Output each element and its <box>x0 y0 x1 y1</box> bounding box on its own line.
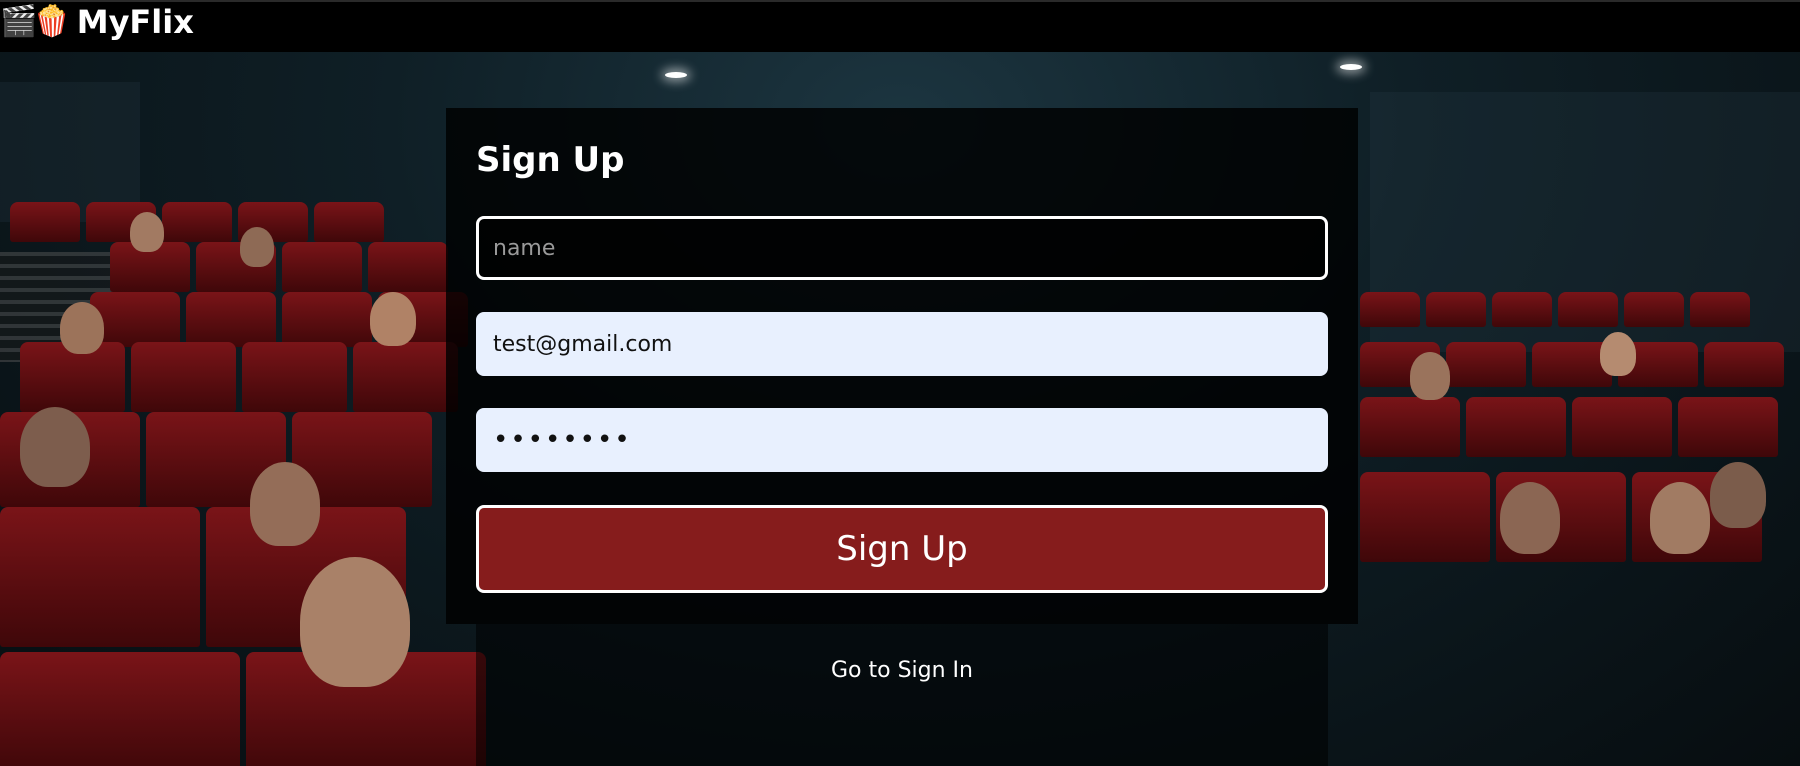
clapperboard-popcorn-icon: 🎬🍿 <box>0 4 71 39</box>
password-input[interactable] <box>476 408 1328 472</box>
email-input[interactable] <box>476 312 1328 376</box>
app-name: MyFlix <box>76 3 194 41</box>
go-to-signin-link[interactable]: Go to Sign In <box>476 658 1328 683</box>
signup-button[interactable]: Sign Up <box>476 505 1328 593</box>
top-nav-bar: 🎬🍿 MyFlix <box>0 0 1800 52</box>
form-title: Sign Up <box>476 140 625 180</box>
app-logo[interactable]: 🎬🍿 MyFlix <box>0 2 194 42</box>
name-input[interactable] <box>476 216 1328 280</box>
signin-section <box>476 624 1328 766</box>
